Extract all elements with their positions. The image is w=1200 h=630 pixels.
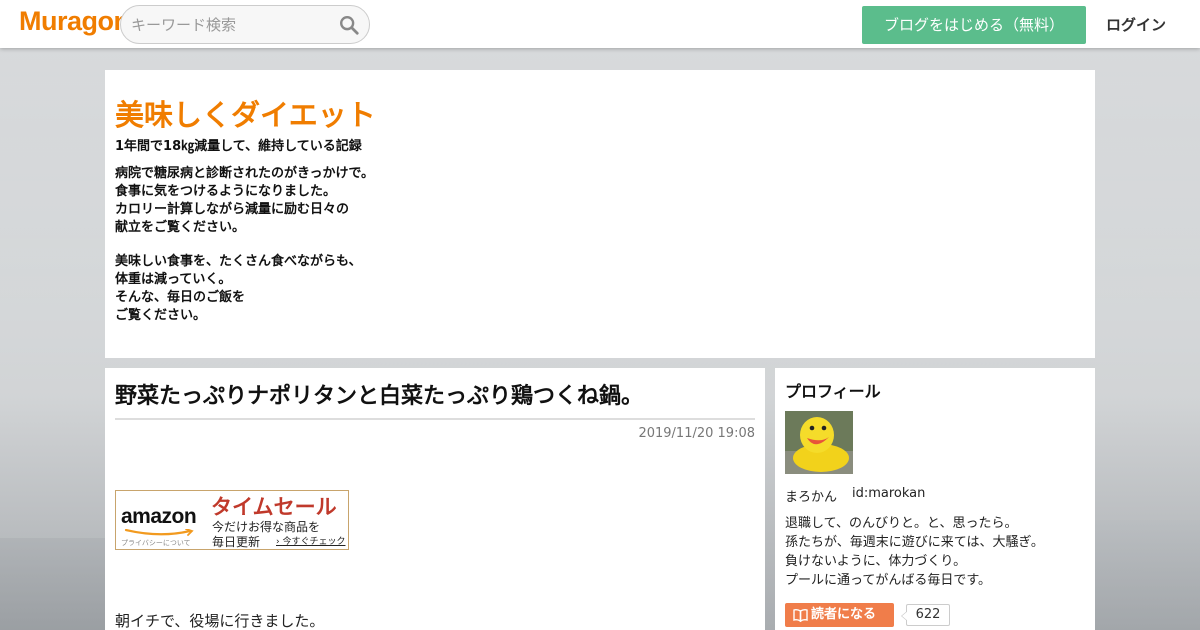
article-body-text: 朝イチで、役場に行きました。 <box>115 612 325 630</box>
profile-bio: 退職して、のんびりと。と、思ったら。 孫たちが、毎週末に遊びに来ては、大騒ぎ。 … <box>785 516 1044 588</box>
blog-description-paragraph-2: 美味しい食事を、たくさん食べながらも、 体重は減っていく。 そんな、毎日のご飯を… <box>115 254 362 323</box>
amazon-logo: amazon <box>121 505 197 528</box>
amazon-smile-icon <box>124 529 194 536</box>
amazon-privacy-link[interactable]: プライバシーについて <box>121 538 191 548</box>
rubber-duck-avatar-image <box>785 411 853 474</box>
login-link[interactable]: ログイン <box>1106 14 1166 35</box>
blog-subtitle: 1年間で18㎏減量して、維持している記録 <box>115 139 362 154</box>
book-icon <box>793 608 808 622</box>
reader-count-badge: 622 <box>901 604 950 626</box>
ad-line-2: 毎日更新 <box>212 535 261 549</box>
background-building <box>1095 520 1200 630</box>
profile-card: プロフィール まろかん id:marokan 退職して、のんびりと。と、思ったら… <box>775 368 1095 630</box>
profile-name[interactable]: まろかん <box>785 486 837 505</box>
avatar[interactable] <box>785 411 853 474</box>
start-blog-button[interactable]: ブログをはじめる（無料） <box>862 6 1086 44</box>
become-reader-button[interactable]: 読者になる <box>785 603 894 627</box>
blog-description-paragraph-1: 病院で糖尿病と診断されたのがきっかけで。 食事に気をつけるようになりました。 カ… <box>115 166 374 235</box>
blog-title[interactable]: 美味しくダイエット <box>115 92 376 134</box>
amazon-time-sale-ad[interactable]: amazon プライバシーについて タイムセール 今だけお得な商品を 毎日更新 … <box>115 490 349 550</box>
article-date: 2019/11/20 19:08 <box>638 426 755 441</box>
blog-header-card: 美味しくダイエット 1年間で18㎏減量して、維持している記録 病院で糖尿病と診断… <box>105 70 1095 358</box>
search-icon[interactable] <box>338 14 360 36</box>
search-input[interactable] <box>131 14 331 36</box>
search-box <box>120 5 370 44</box>
top-navigation-bar: Muragon ブログをはじめる（無料） ログイン <box>0 0 1200 48</box>
time-sale-headline: タイムセール <box>211 495 337 519</box>
check-now-link[interactable]: › 今すぐチェック <box>276 534 345 547</box>
profile-user-id: id:marokan <box>852 486 926 501</box>
blog-description: 病院で糖尿病と診断されたのがきっかけで。 食事に気をつけるようになりました。 カ… <box>115 165 374 341</box>
muragon-logo[interactable]: Muragon <box>19 6 130 37</box>
background-crane <box>0 538 105 630</box>
article-card: 野菜たっぷりナポリタンと白菜たっぷり鶏つくね鍋。 2019/11/20 19:0… <box>105 368 765 630</box>
article-title[interactable]: 野菜たっぷりナポリタンと白菜たっぷり鶏つくね鍋。 <box>115 378 755 420</box>
profile-heading: プロフィール <box>785 382 881 401</box>
